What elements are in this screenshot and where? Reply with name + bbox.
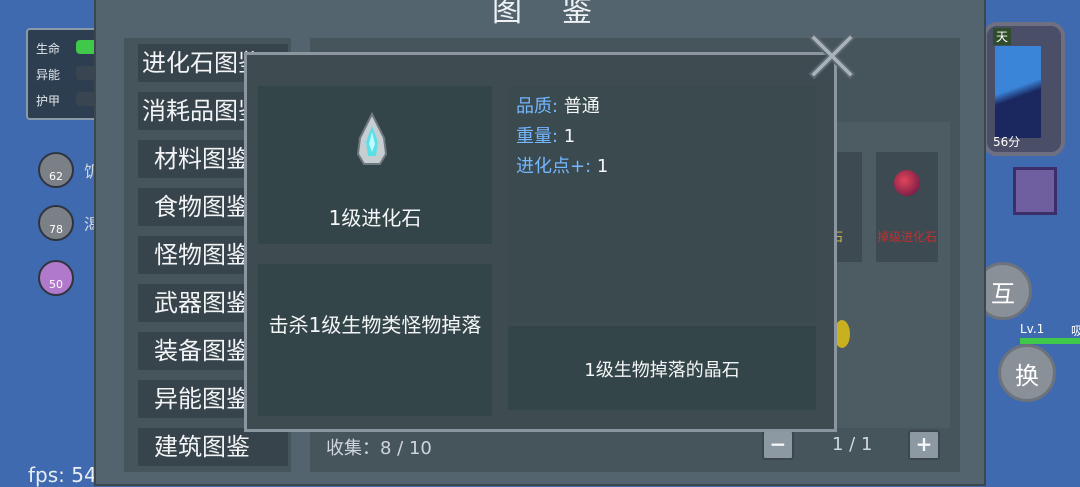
day-label: 天 [993, 28, 1012, 45]
xp-bar [1020, 338, 1080, 344]
item-name: 1级进化石 [328, 206, 422, 230]
sky-icon [995, 46, 1041, 138]
close-icon[interactable] [806, 30, 858, 82]
heart-icon: 50 [38, 260, 74, 296]
switch-button[interactable]: 换 [998, 344, 1056, 402]
day-night-clock: 天 56分 [983, 22, 1065, 156]
item-source-panel: 击杀1级生物类怪物掉落 [258, 264, 492, 416]
collection-count: 收集：8 / 10 [326, 438, 432, 459]
quality-key: 品质: [516, 96, 564, 117]
heart-value: 50 [49, 278, 63, 291]
time-label: 56分 [993, 135, 1021, 149]
evolution-stone-icon [356, 112, 388, 165]
item-description: 1级生物掉落的晶石 [584, 360, 740, 381]
quality-attr: 品质: 普通 [516, 92, 600, 118]
weight-value: 1 [563, 126, 576, 147]
stat-label-energy: 异能 [36, 68, 61, 82]
quality-value: 普通 [563, 96, 600, 117]
stat-label-armor: 护甲 [36, 94, 61, 108]
grid-item-label: 掉级进化石 [876, 230, 937, 244]
weight-attr: 重量: 1 [516, 122, 575, 148]
page-indicator: 1 / 1 [832, 434, 873, 455]
next-page-button[interactable]: + [908, 430, 940, 460]
status-panel: 生命 异能 护甲 [26, 28, 104, 120]
thirst-value: 78 [49, 223, 63, 236]
hunger-value: 62 [49, 170, 63, 183]
grid-item[interactable]: 掉级进化石 [876, 152, 938, 262]
weight-key: 重量: [516, 126, 564, 147]
prev-page-button[interactable]: − [762, 430, 794, 460]
fps-counter: fps: 54 [28, 463, 97, 487]
evolution-points-key: 进化点+: [516, 156, 597, 177]
hunger-buff: 62 [38, 152, 74, 188]
evolution-points-attr: 进化点+: 1 [516, 152, 608, 178]
codex-title: 图鉴 [492, 0, 632, 29]
absorb-label: 吸 [1071, 324, 1080, 338]
level-label: Lv.1 [1020, 322, 1045, 336]
red-stone-icon [894, 170, 920, 196]
stat-label-hp: 生命 [36, 42, 61, 56]
evolution-points-value: 1 [596, 156, 609, 177]
category-buildings[interactable]: 建筑图鉴 [138, 428, 288, 466]
thirst-buff: 78 [38, 205, 74, 241]
scroll-icon[interactable] [1013, 167, 1057, 215]
item-source: 击杀1级生物类怪物掉落 [268, 313, 482, 337]
